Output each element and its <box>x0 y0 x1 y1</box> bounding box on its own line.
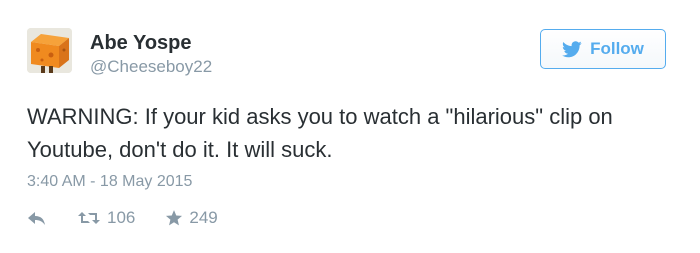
tweet-card: Abe Yospe @Cheeseboy22 Follow WARNING: I… <box>0 0 700 253</box>
display-name[interactable]: Abe Yospe <box>90 31 192 55</box>
follow-button[interactable]: Follow <box>540 29 666 69</box>
retweet-button[interactable]: 106 <box>77 208 135 228</box>
favorite-count: 249 <box>189 208 218 227</box>
reply-icon <box>27 210 47 226</box>
tweet-timestamp[interactable]: 3:40 AM - 18 May 2015 <box>27 172 192 192</box>
follow-button-label: Follow <box>590 39 644 58</box>
avatar[interactable] <box>27 28 72 73</box>
star-icon <box>165 209 183 227</box>
reply-button[interactable] <box>27 210 47 226</box>
cheese-avatar-icon <box>27 28 72 73</box>
twitter-bird-icon <box>562 40 582 58</box>
tweet-actions: 106 249 <box>27 206 218 230</box>
retweet-count: 106 <box>107 208 136 227</box>
username[interactable]: @Cheeseboy22 <box>90 57 212 77</box>
favorite-button[interactable]: 249 <box>165 208 218 228</box>
retweet-icon <box>77 210 101 226</box>
tweet-text: WARNING: If your kid asks you to watch a… <box>27 104 613 162</box>
